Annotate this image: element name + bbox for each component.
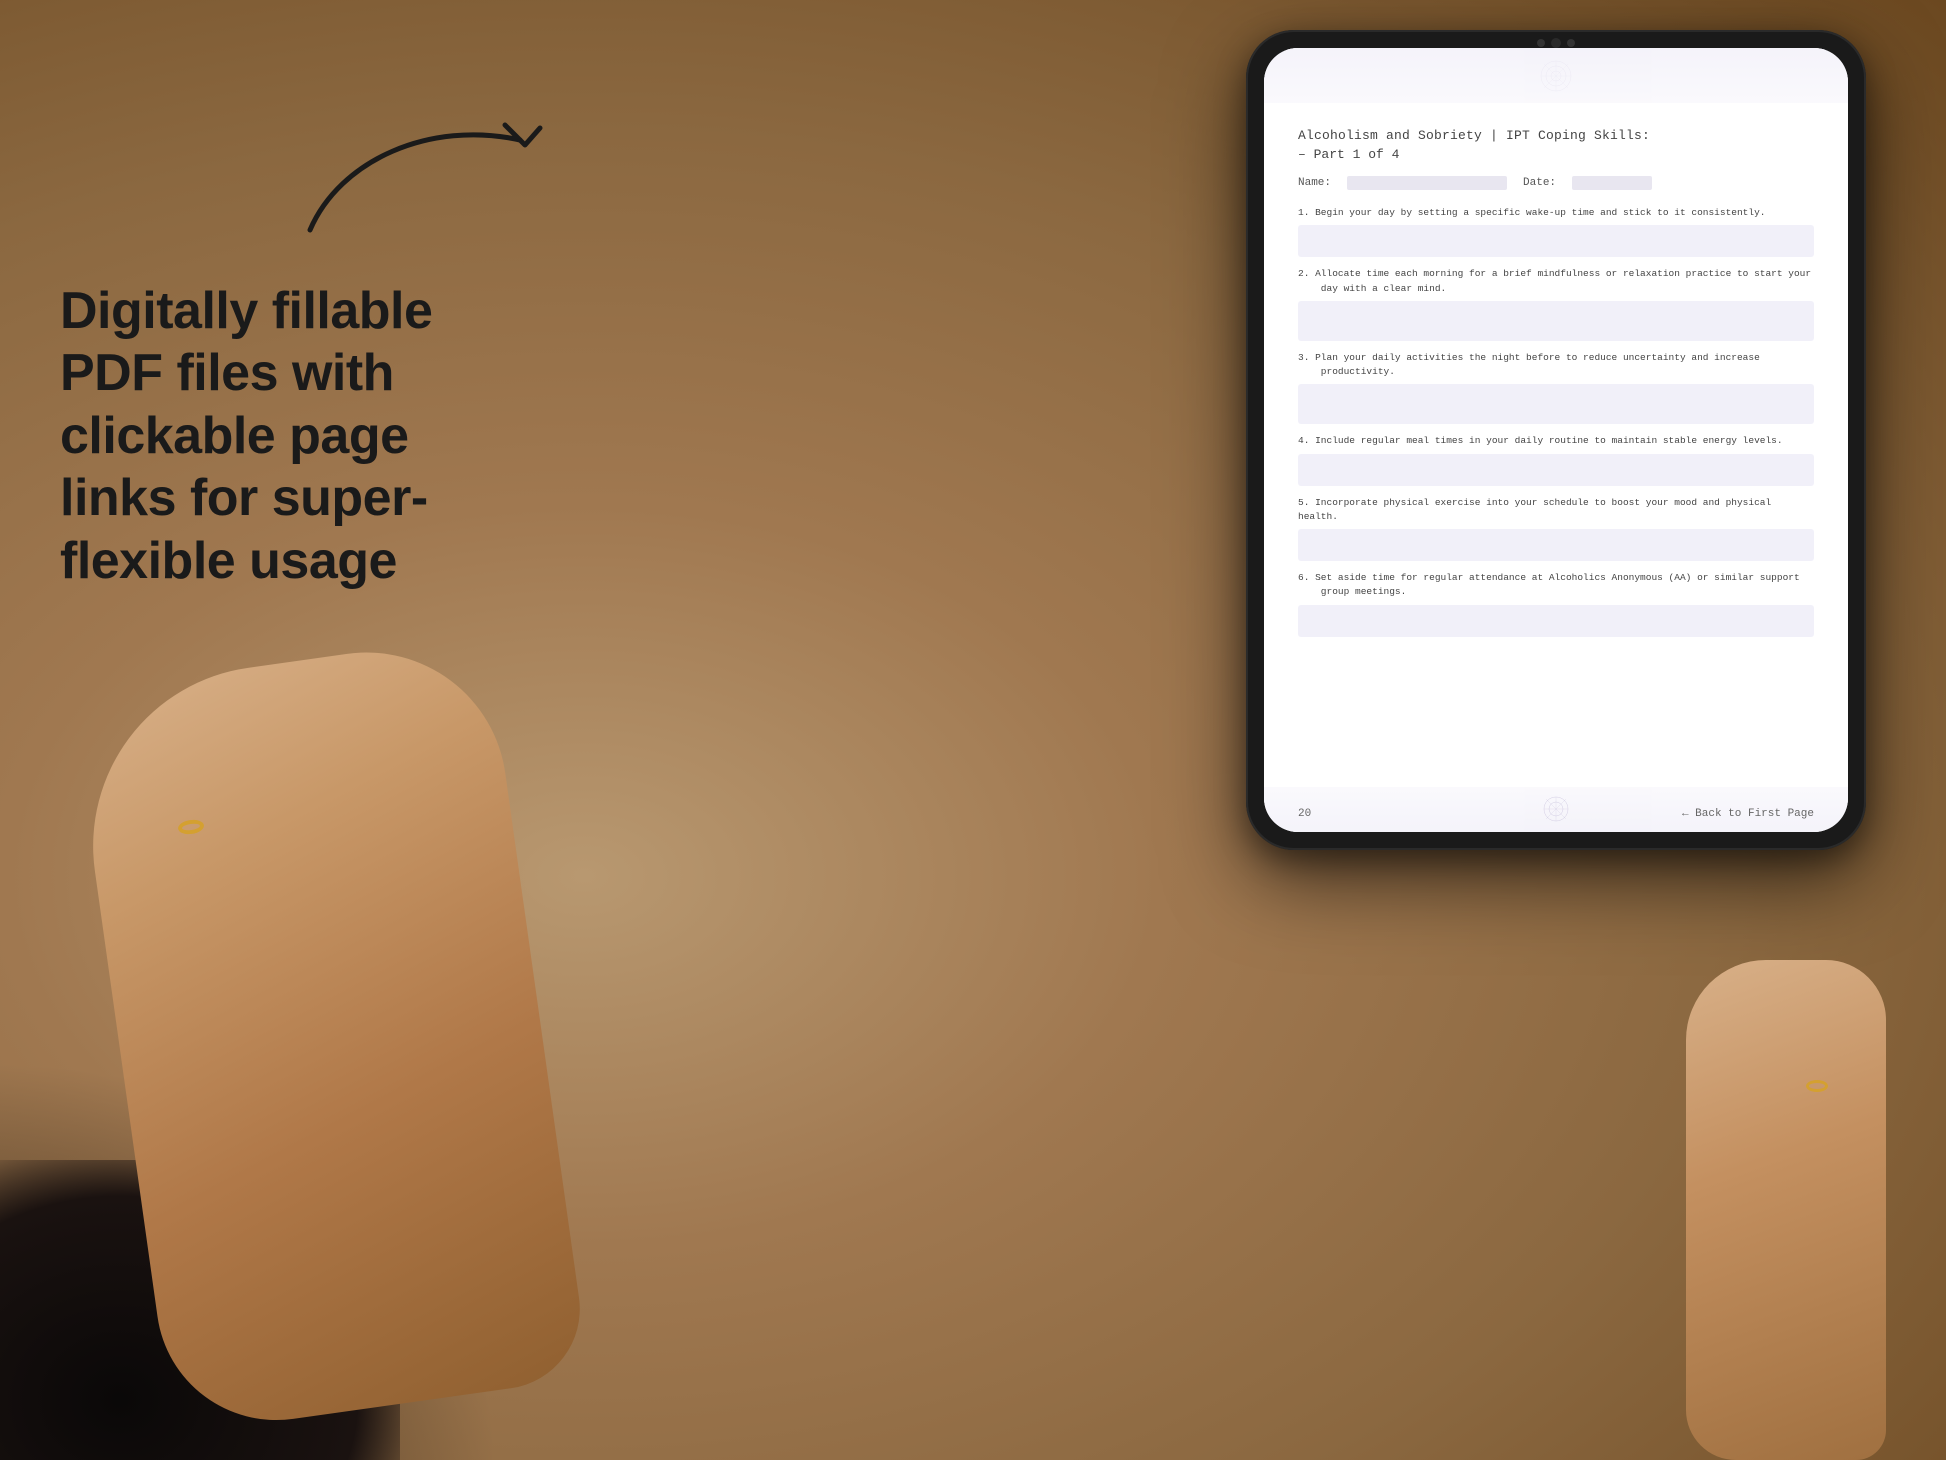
- camera-dot-right: [1567, 39, 1575, 47]
- pdf-subtitle: – Part 1 of 4: [1298, 147, 1814, 162]
- question-5-answer[interactable]: [1298, 529, 1814, 561]
- question-1-answer[interactable]: [1298, 225, 1814, 257]
- question-2: 2. Allocate time each morning for a brie…: [1298, 267, 1814, 341]
- question-6-text: 6. Set aside time for regular attendance…: [1298, 571, 1814, 600]
- left-panel-text: Digitally fillable PDF files with clicka…: [60, 280, 490, 592]
- tablet-screen: Alcoholism and Sobriety | IPT Coping Ski…: [1264, 48, 1848, 832]
- question-1: 1. Begin your day by setting a specific …: [1298, 206, 1814, 257]
- page-number: 20: [1298, 808, 1311, 820]
- question-3-text: 3. Plan your daily activities the night …: [1298, 351, 1814, 380]
- pdf-page: Alcoholism and Sobriety | IPT Coping Ski…: [1264, 48, 1848, 832]
- name-label: Name:: [1298, 177, 1331, 189]
- name-input-field[interactable]: [1347, 176, 1507, 190]
- tablet: Alcoholism and Sobriety | IPT Coping Ski…: [1246, 30, 1866, 850]
- pdf-top-pattern: [1264, 48, 1848, 103]
- question-2-text: 2. Allocate time each morning for a brie…: [1298, 267, 1814, 296]
- question-4-text: 4. Include regular meal times in your da…: [1298, 434, 1814, 448]
- question-5-text: 5. Incorporate physical exercise into yo…: [1298, 496, 1814, 525]
- question-6-answer[interactable]: [1298, 605, 1814, 637]
- question-2-answer[interactable]: [1298, 301, 1814, 341]
- question-1-text: 1. Begin your day by setting a specific …: [1298, 206, 1814, 220]
- question-6: 6. Set aside time for regular attendance…: [1298, 571, 1814, 637]
- question-3-answer[interactable]: [1298, 384, 1814, 424]
- camera-dot-left: [1537, 39, 1545, 47]
- tablet-frame: Alcoholism and Sobriety | IPT Coping Ski…: [1246, 30, 1866, 850]
- right-arm: [1666, 760, 1906, 1460]
- question-3: 3. Plan your daily activities the night …: [1298, 351, 1814, 425]
- question-5: 5. Incorporate physical exercise into yo…: [1298, 496, 1814, 562]
- camera-dot-center: [1551, 38, 1561, 48]
- pdf-content: Alcoholism and Sobriety | IPT Coping Ski…: [1298, 76, 1814, 812]
- arrow-decoration: [280, 80, 580, 260]
- pdf-fields-row: Name: Date:: [1298, 176, 1814, 190]
- main-headline: Digitally fillable PDF files with clicka…: [60, 280, 490, 592]
- left-arm: [120, 560, 640, 1460]
- date-label: Date:: [1523, 177, 1556, 189]
- date-input-field[interactable]: [1572, 176, 1652, 190]
- right-hand-ring: [1806, 1080, 1828, 1092]
- pdf-title: Alcoholism and Sobriety | IPT Coping Ski…: [1298, 128, 1814, 143]
- question-4: 4. Include regular meal times in your da…: [1298, 434, 1814, 485]
- tablet-camera: [1537, 38, 1575, 48]
- question-4-answer[interactable]: [1298, 454, 1814, 486]
